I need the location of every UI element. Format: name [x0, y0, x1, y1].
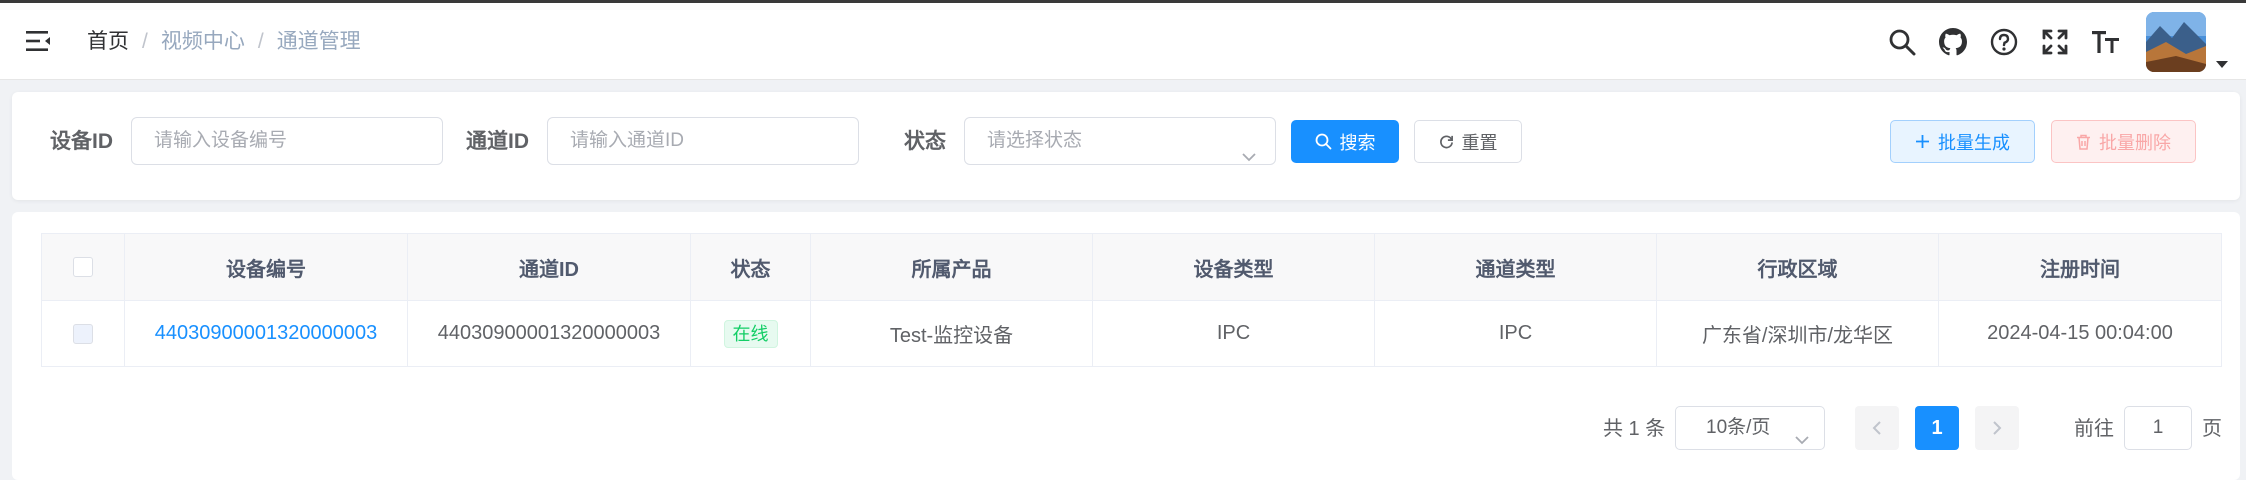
- page-size-select[interactable]: 10条/页: [1675, 406, 1825, 450]
- breadcrumb-video-center: 视频中心: [160, 30, 245, 53]
- column-header: 通道类型: [1374, 233, 1657, 301]
- breadcrumb-separator: /: [257, 30, 264, 53]
- status-badge: 在线: [723, 319, 778, 348]
- select-all-checkbox[interactable]: [73, 257, 93, 278]
- column-header: 所属产品: [810, 233, 1093, 301]
- batch-delete-label: 批量删除: [2099, 132, 2171, 153]
- user-menu[interactable]: [2146, 11, 2228, 72]
- status-cell: 在线: [690, 300, 811, 367]
- channel-table: 设备编号 通道ID 状态 所属产品 设备类型 通道类型 行政区域 注册时间 44…: [41, 233, 2222, 367]
- font-size-icon[interactable]: [2089, 25, 2123, 59]
- select-all-cell[interactable]: [41, 233, 125, 301]
- reset-button[interactable]: 重置: [1414, 120, 1522, 163]
- goto-page-input[interactable]: 1: [2124, 406, 2192, 450]
- reset-button-label: 重置: [1461, 132, 1498, 153]
- table-row: 44030900001320000003 4403090000132000000…: [41, 300, 2222, 367]
- region-cell: 广东省/深圳市/龙华区: [1656, 300, 1939, 367]
- column-header: 通道ID: [407, 233, 691, 301]
- chevron-down-icon: [1241, 135, 1257, 181]
- product-cell: Test-监控设备: [810, 300, 1093, 367]
- trash-icon: [2077, 134, 2090, 150]
- column-header: 状态: [690, 233, 811, 301]
- github-icon[interactable]: [1936, 25, 1970, 59]
- right-menu: [1885, 3, 2246, 80]
- column-header: 注册时间: [1938, 233, 2222, 301]
- breadcrumb-separator: /: [142, 30, 148, 53]
- status-placeholder: 请选择状态: [987, 130, 1083, 151]
- breadcrumb: 首页 / 视频中心 / 通道管理: [87, 28, 361, 56]
- chevron-down-icon[interactable]: [2216, 60, 2228, 68]
- device-id-placeholder: 请输入设备编号: [154, 130, 288, 151]
- page-size-value: 10条/页: [1706, 417, 1771, 438]
- batch-create-button[interactable]: 批量生成: [1890, 120, 2035, 163]
- page-number-button[interactable]: 1: [1915, 406, 1959, 450]
- navbar: 首页 / 视频中心 / 通道管理: [0, 3, 2246, 80]
- search-button[interactable]: 搜索: [1291, 120, 1399, 163]
- channel-type-cell: IPC: [1374, 300, 1657, 367]
- device-id-input[interactable]: 请输入设备编号: [131, 117, 443, 165]
- device-number-link[interactable]: 44030900001320000003: [155, 322, 377, 344]
- channel-id-placeholder: 请输入通道ID: [570, 130, 685, 151]
- table-header-row: 设备编号 通道ID 状态 所属产品 设备类型 通道类型 行政区域 注册时间: [41, 233, 2222, 301]
- channel-id-cell: 44030900001320000003: [407, 300, 691, 367]
- chevron-down-icon: [1794, 420, 1810, 462]
- status-label: 状态: [904, 130, 946, 153]
- chevron-right-icon: [1993, 421, 2002, 435]
- table-panel: 设备编号 通道ID 状态 所属产品 设备类型 通道类型 行政区域 注册时间 44…: [12, 212, 2240, 480]
- chevron-left-icon: [1872, 421, 1881, 435]
- hamburger-icon[interactable]: [26, 30, 52, 52]
- search-form: 设备ID 请输入设备编号 通道ID 请输入通道ID 状态 请选择状态 搜索 重置…: [12, 92, 2240, 200]
- page-suffix-label: 页: [2202, 418, 2222, 440]
- prev-page-button[interactable]: [1855, 406, 1899, 450]
- column-header: 设备类型: [1092, 233, 1375, 301]
- goto-label: 前往: [2074, 418, 2114, 440]
- avatar[interactable]: [2146, 11, 2206, 72]
- breadcrumb-home[interactable]: 首页: [87, 28, 129, 56]
- search-icon[interactable]: [1885, 25, 1919, 59]
- batch-delete-button[interactable]: 批量删除: [2051, 120, 2196, 163]
- fullscreen-icon[interactable]: [2038, 25, 2072, 59]
- status-select[interactable]: 请选择状态: [964, 117, 1276, 165]
- channel-id-label: 通道ID: [466, 130, 529, 153]
- batch-create-label: 批量生成: [1938, 132, 2010, 153]
- column-header: 设备编号: [124, 233, 408, 301]
- search-icon: [1315, 133, 1331, 150]
- row-select-cell[interactable]: [41, 300, 125, 367]
- pagination-total: 共 1 条: [1603, 418, 1666, 440]
- next-page-button[interactable]: [1975, 406, 2019, 450]
- channel-id-input[interactable]: 请输入通道ID: [547, 117, 859, 165]
- registered-time-cell: 2024-04-15 00:04:00: [1938, 300, 2222, 367]
- help-icon[interactable]: [1987, 25, 2021, 59]
- column-header: 行政区域: [1656, 233, 1939, 301]
- breadcrumb-current: 通道管理: [276, 30, 361, 53]
- row-checkbox[interactable]: [73, 323, 93, 344]
- device-type-cell: IPC: [1092, 300, 1375, 367]
- plus-icon: [1916, 135, 1929, 148]
- device-id-label: 设备ID: [50, 130, 113, 153]
- search-button-label: 搜索: [1339, 132, 1376, 153]
- refresh-icon: [1439, 135, 1453, 149]
